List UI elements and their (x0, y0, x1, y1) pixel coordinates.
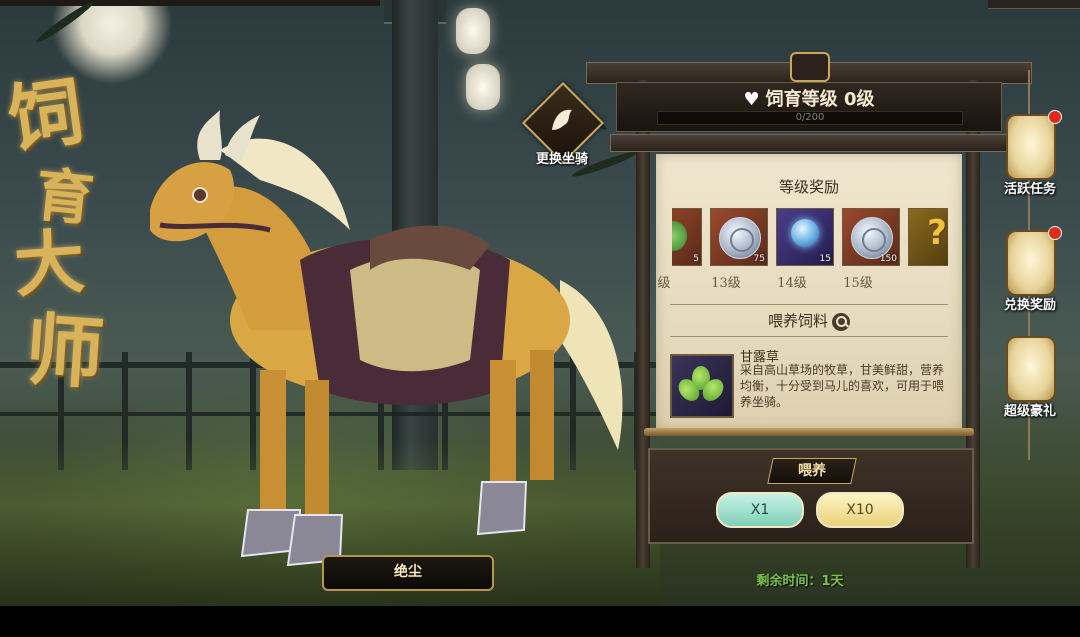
top-left-trim (0, 0, 380, 6)
remaining-time: 剩余时间：1天 (756, 574, 844, 589)
game-scene: 饲 育 大 师 更换坐骑 绝尘 ♥ 饲育等级 0级 0/200 等级奖励 5 7… (0, 0, 1080, 606)
side-menu-label: 超级豪礼 (1003, 404, 1056, 419)
search-icon[interactable] (832, 313, 850, 331)
feed-item-description: 采自高山草场的牧草，甘美鲜甜，营养均衡，十分受到马儿的喜欢，可用于喂养坐骑。 (740, 363, 945, 409)
feed-action-tag: 喂养 (767, 458, 857, 484)
reward-item[interactable]: 15 (776, 208, 834, 266)
saddle-pad (350, 255, 480, 372)
mount-name-plate: 绝尘 (322, 555, 494, 591)
reward-level: 13级 (711, 276, 741, 291)
heart-icon: ♥ (743, 89, 760, 110)
side-menu-exchange[interactable]: 兑换奖励 (994, 224, 1066, 320)
bridle-ring (192, 187, 208, 203)
horse-leg (305, 380, 329, 520)
reward-count: 5 (693, 254, 699, 264)
rewards-header: 等级奖励 (778, 178, 839, 196)
feed-header: 喂养饲料 (767, 312, 828, 330)
reward-item[interactable]: 150 (842, 208, 900, 266)
feed-x10-button[interactable]: X10 (816, 492, 904, 528)
title-char: 师 (22, 304, 107, 401)
bamboo-leaf (34, 0, 96, 46)
level-header: ♥ 饲育等级 0级 0/200 (616, 82, 1002, 132)
horse-leg (490, 360, 516, 490)
feed-x1-button[interactable]: X1 (716, 492, 804, 528)
reward-item[interactable]: 5 (672, 208, 702, 266)
divider (670, 304, 948, 305)
level-progress-bar: 0/200 (657, 111, 963, 125)
reward-level: 14级 (777, 276, 807, 291)
reward-item[interactable]: ? (908, 208, 948, 266)
feed-item-slot[interactable] (670, 354, 734, 418)
bottom-bar (0, 606, 1080, 637)
chest-lantern-icon (1006, 336, 1056, 402)
reward-level-partial: 级 (657, 276, 671, 291)
notification-dot (1048, 110, 1062, 124)
silver-coin-icon (851, 217, 893, 259)
side-menu-active-tasks[interactable]: 活跃任务 (994, 108, 1066, 204)
side-menu-label: 活跃任务 (1003, 182, 1056, 197)
mount-name: 绝尘 (394, 564, 422, 580)
hanging-lantern (456, 8, 490, 54)
feed-action-panel: 喂养 X1 X10 (648, 448, 974, 544)
level-progress-text: 0/200 (795, 112, 825, 123)
horse-tail (560, 280, 623, 450)
feed-action-label: 喂养 (798, 463, 826, 479)
side-menu-super-gift[interactable]: 超级豪礼 (994, 330, 1066, 426)
change-mount-button[interactable]: 更换坐骑 (521, 81, 605, 170)
horse-emblem-icon (552, 109, 572, 130)
frame-ornament (790, 52, 830, 82)
reward-count: 15 (819, 254, 831, 264)
question-mark-icon: ? (927, 213, 947, 253)
horse-leg (260, 370, 286, 520)
green-item-icon (672, 221, 687, 251)
info-scroll: 等级奖励 5 75 15 150 ? 级 13级 14级 15级 喂养饲料 甘露… (656, 154, 962, 430)
level-title: 饲育等级 0级 (765, 89, 875, 110)
notification-dot (1048, 226, 1062, 240)
silver-coin-icon (719, 217, 761, 259)
reward-count: 75 (753, 254, 765, 264)
reward-item[interactable]: 75 (710, 208, 768, 266)
rewards-strip[interactable]: 5 75 15 150 ? (672, 208, 948, 268)
horse-hoof-armor (476, 481, 528, 536)
horse-illustration (150, 110, 623, 567)
panel-crossbar (610, 134, 1008, 152)
divider (670, 336, 948, 337)
hanging-lantern (466, 64, 500, 110)
scroll-lantern-icon (1006, 114, 1056, 180)
blue-orb-icon (791, 219, 819, 247)
exchange-lantern-icon (1006, 230, 1056, 296)
scroll-rod (644, 428, 974, 436)
top-right-trim (988, 0, 1080, 9)
change-mount-label: 更换坐骑 (535, 152, 588, 167)
side-menu-label: 兑换奖励 (1003, 298, 1056, 313)
reward-level: 15级 (843, 276, 873, 291)
reward-count: 150 (879, 254, 897, 264)
horse-horn (197, 110, 222, 160)
horse-leg (530, 350, 554, 480)
